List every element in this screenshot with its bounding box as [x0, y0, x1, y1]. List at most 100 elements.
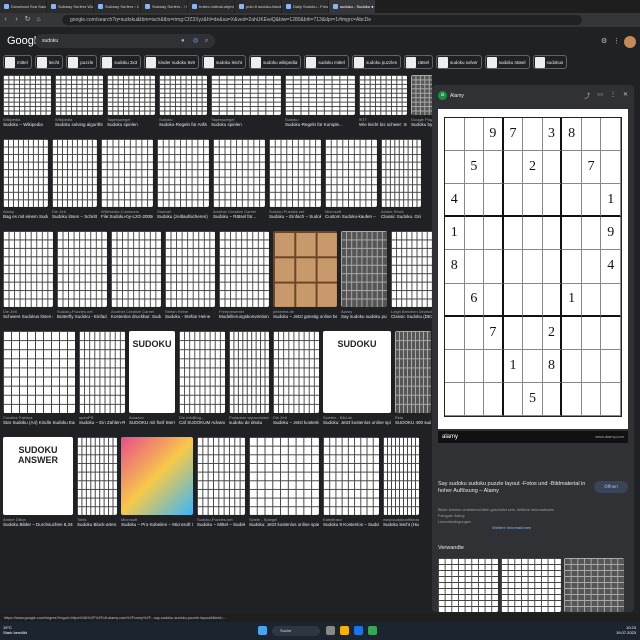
task-view-icon[interactable] — [326, 626, 335, 635]
reload-icon[interactable]: ↻ — [22, 13, 33, 27]
result-caption[interactable]: Classic Sudoku. Grids with s... — [381, 214, 421, 219]
result-thumbnail[interactable] — [273, 331, 319, 413]
result-thumbnail[interactable]: SUDOKU — [323, 331, 391, 413]
taskbar-search[interactable]: Suche — [272, 626, 320, 636]
weather-widget[interactable]: 19°C Stark bewölkt — [3, 625, 27, 635]
result-caption[interactable]: Sudoku spielen — [211, 122, 281, 127]
browser-tab[interactable]: Subway Surfers ‹ 1 2023 UR 8R.1.0 — [94, 0, 140, 13]
panel-source[interactable]: a Alamy — [438, 91, 464, 100]
result-thumbnail[interactable] — [285, 75, 355, 115]
result-card[interactable]: Tagesspiegel Sudoku spielen — [211, 75, 281, 127]
result-caption[interactable]: Star Sudoku (A4) Kindle Sudoku Easy Stag… — [3, 420, 75, 425]
result-caption[interactable]: Modellierungskonventione... — [219, 314, 269, 319]
result-thumbnail[interactable] — [77, 437, 117, 515]
result-card[interactable]: StamattSudoku (zeitlaufsicheren) – Kanz.… — [157, 139, 209, 219]
result-caption[interactable]: Sudoku – Mittel – Sudoku... — [197, 522, 245, 527]
result-caption[interactable]: SUDOKU 400 sudo... — [395, 420, 431, 425]
result-caption[interactable]: Sudoku – Jetzt kostenlos... — [273, 420, 319, 425]
result-thumbnail[interactable] — [3, 231, 53, 307]
close-icon[interactable]: ✕ — [623, 91, 628, 100]
result-card[interactable]: Leigh Breichen DeutschlandClassic Sudoku… — [391, 231, 432, 319]
result-thumbnail[interactable] — [101, 139, 153, 207]
result-card[interactable]: AlamySay sudoku sudoku puzz... — [341, 231, 387, 319]
mic-icon[interactable]: ● — [181, 34, 185, 48]
browser-tab[interactable]: Daily Sudoku - Fresh new puzzles 24/7 — [282, 0, 328, 13]
back-icon[interactable]: ‹ — [0, 13, 11, 27]
filter-chip[interactable]: rätsel — [403, 55, 433, 69]
filter-chip[interactable]: kinder sudoku 9x9 — [144, 55, 199, 69]
result-card[interactable]: openPRSudoku – Ein Zahlen-Rät... — [79, 331, 125, 425]
result-card[interactable]: Sudoku Puzzles.net Sudoku – Einfach – Sud… — [269, 139, 321, 219]
result-caption[interactable]: Sudoku by SF27 – Appo... — [411, 122, 432, 127]
result-thumbnail[interactable] — [55, 75, 103, 115]
result-caption[interactable]: Say sudoku sudoku puzz... — [341, 314, 387, 319]
filter-chip[interactable]: sudoku leicht — [201, 55, 247, 69]
related-image[interactable] — [564, 558, 624, 612]
filter-chip[interactable]: sudoku wikipedia — [249, 55, 302, 69]
result-card[interactable]: Die ZeitSchwere Sudokus lösen m... — [3, 231, 53, 319]
result-card[interactable]: Microsoft Sudoku – Pro-Sobeilen – Microso… — [121, 437, 193, 527]
result-caption[interactable]: Classic Sudoku (DE3) – Kil... — [391, 314, 432, 319]
search-input[interactable]: sudoku ● ◎ ⌕ — [35, 34, 215, 48]
result-thumbnail[interactable] — [159, 75, 207, 115]
result-card[interactable]: www.sudokuoftheday.comSudoku leicht (Hun… — [383, 437, 419, 527]
result-caption[interactable]: Sudoku (zeitlaufsicheren) – Kanz... — [157, 214, 209, 219]
result-thumbnail[interactable] — [157, 139, 209, 207]
result-card[interactable]: Another Creative Career Kostenlos druckba… — [111, 231, 161, 319]
result-caption[interactable]: Butterfly Sudoku - Einfach... — [57, 314, 107, 319]
browser-tab[interactable]: Subway Surfers World Tour 2023 - Ho... — [47, 0, 93, 13]
result-caption[interactable]: Sudoku 9 Kostenlos – Sudoku Pro Integer … — [323, 522, 379, 527]
result-thumbnail[interactable] — [341, 231, 387, 307]
related-image[interactable] — [438, 558, 498, 612]
result-card[interactable]: Die ZeitSudoku – Jetzt kostenlos... — [273, 331, 319, 425]
result-caption[interactable]: Kostenlos druckbar: Sudo... — [111, 314, 161, 319]
result-caption[interactable]: Sudoku: Jetzt kostenlos online spielen — [323, 420, 391, 425]
result-thumbnail[interactable] — [3, 75, 51, 115]
windows-start-icon[interactable] — [258, 626, 267, 635]
result-caption[interactable]: Sudoku solving algorithm... — [55, 122, 103, 127]
result-card[interactable]: Die ZeitSudoku lösen – Schritt für... — [52, 139, 97, 219]
result-caption[interactable]: Sudoku Bilder – Durchsuchen 8,348 Archiv… — [3, 522, 73, 527]
result-card[interactable]: Podadore wyrazowiemia sudoku de druku — [229, 331, 269, 425]
result-card[interactable]: Tagesspiegel Sudoku spielen — [107, 75, 155, 127]
result-thumbnail[interactable] — [391, 231, 432, 307]
lens-icon[interactable]: ◎ — [193, 34, 198, 48]
result-card[interactable]: Sudoku-Puzzles.net Butterfly Sudoku - Ein… — [57, 231, 107, 319]
result-thumbnail[interactable] — [383, 437, 419, 515]
result-card[interactable]: Adobe StockClassic Sudoku. Grids with s.… — [381, 139, 421, 219]
panel-title[interactable]: Say sudoku sudoku puzzle layout -Fotos u… — [438, 481, 588, 495]
bookmark-icon[interactable]: ▭ — [597, 91, 603, 100]
result-caption[interactable]: Sudoku lösen – Schritt für... — [52, 214, 97, 219]
result-thumbnail[interactable] — [359, 75, 407, 115]
result-caption[interactable]: Sudoku – Einfach – Sudoku... — [269, 214, 321, 219]
filter-chip[interactable]: sudoku puzzles — [351, 55, 401, 69]
result-card[interactable]: Sudoku Sudoku-Regeln für Komple... — [285, 75, 355, 127]
result-thumbnail[interactable] — [273, 231, 337, 307]
avatar[interactable] — [624, 36, 636, 48]
result-thumbnail[interactable] — [381, 139, 421, 207]
result-card[interactable]: AlamyBag es mit einem Sudoku... — [3, 139, 48, 219]
result-caption[interactable]: Sudoku – Rätsel für... — [213, 214, 265, 219]
explorer-icon[interactable] — [340, 626, 349, 635]
system-tray-clock[interactable]: 10:23 19.07.2023 — [616, 625, 636, 635]
result-card[interactable]: Microsoft Custom Sudoku-kaufen – ... — [325, 139, 377, 219]
result-caption[interactable]: Sudoku-Regeln für Komple... — [285, 122, 355, 127]
result-thumbnail[interactable] — [219, 231, 269, 307]
result-caption[interactable]: Sudoku leicht (Hunderttau... — [383, 522, 419, 527]
result-thumbnail[interactable] — [213, 139, 265, 207]
chrome-icon[interactable] — [368, 626, 377, 635]
filter-chip[interactable]: sudoku solver — [435, 55, 482, 69]
result-thumbnail[interactable] — [325, 139, 377, 207]
related-image[interactable] — [501, 558, 561, 612]
forward-icon[interactable]: › — [11, 13, 22, 27]
result-card[interactable]: KabelfranzSudoku 9 Kostenlos – Sudoku Pr… — [323, 437, 379, 527]
result-thumbnail[interactable] — [3, 139, 48, 207]
result-thumbnail[interactable]: SUDOKU — [129, 331, 175, 413]
result-caption[interactable]: File:Sudoku-by-L2G-20050... — [101, 214, 153, 219]
result-card[interactable]: Spiele - Spiegel Sudoku: Jetzt kostenlos … — [249, 437, 319, 527]
result-thumbnail[interactable] — [179, 331, 225, 413]
result-thumbnail[interactable]: SUDOKU ANSWER — [3, 437, 73, 515]
result-caption[interactable]: Bag es mit einem Sudoku... — [3, 214, 48, 219]
filter-chip[interactable]: sudoku 3x3 — [100, 55, 142, 69]
settings-icon[interactable]: ⚙ — [601, 37, 607, 45]
